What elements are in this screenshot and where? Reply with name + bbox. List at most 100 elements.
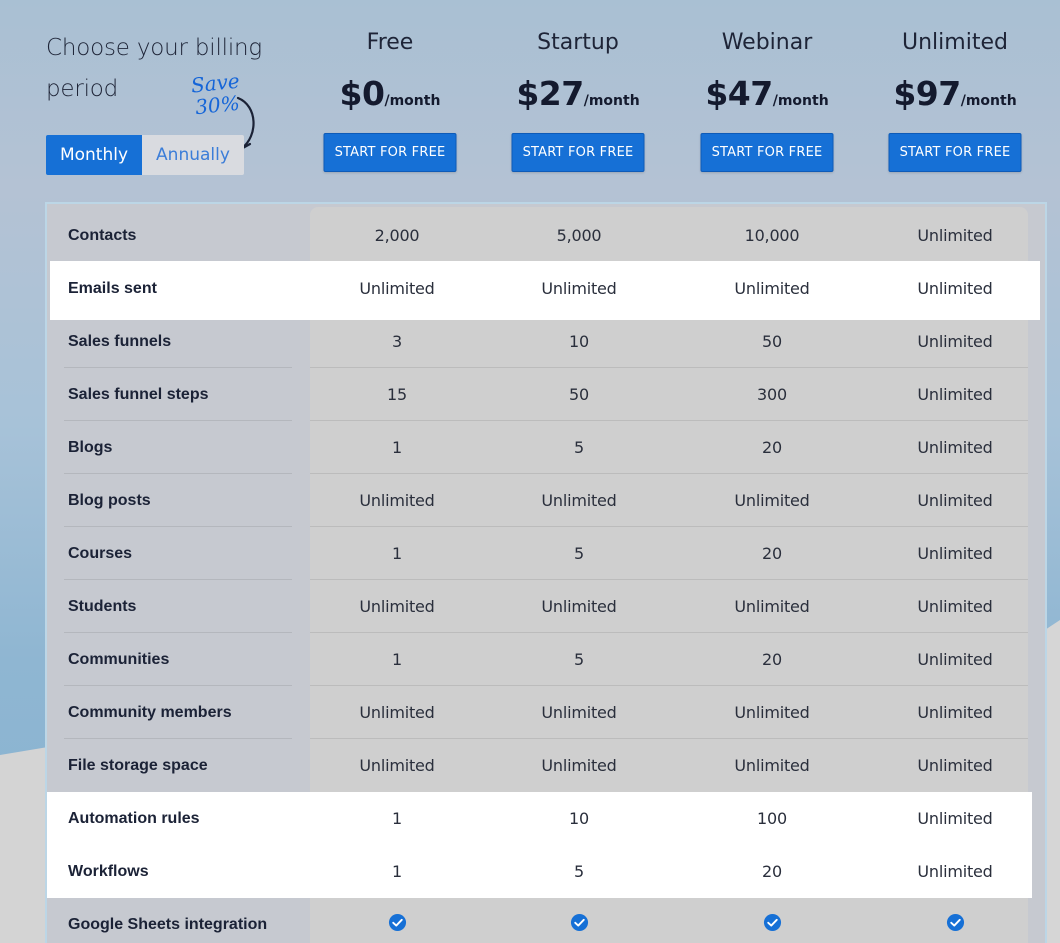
feature-value: Unlimited (734, 491, 810, 510)
feature-value: 1 (392, 438, 402, 457)
feature-value: Unlimited (541, 491, 617, 510)
included-check-icon (499, 913, 659, 936)
feature-value: Unlimited (917, 809, 993, 828)
feature-value: 10,000 (744, 226, 800, 245)
start-for-free-button-webinar[interactable]: START FOR FREE (700, 133, 834, 172)
price-period: /month (772, 93, 829, 109)
billing-period-toggle: Monthly Annually (46, 135, 244, 175)
feature-value: Unlimited (917, 862, 993, 881)
plan-name: Free (366, 30, 414, 55)
feature-value: Unlimited (734, 703, 810, 722)
feature-value: 5 (574, 862, 584, 881)
feature-name: Communities (68, 650, 170, 668)
feature-name: Google Sheets integration (68, 915, 268, 933)
included-check-icon (692, 913, 852, 936)
feature-value: Unlimited (541, 703, 617, 722)
feature-value: Unlimited (917, 650, 993, 669)
feature-value: 20 (762, 862, 782, 881)
feature-value: 5 (574, 438, 584, 457)
feature-value: Unlimited (359, 491, 435, 510)
feature-name: Contacts (68, 226, 137, 244)
start-for-free-button-startup[interactable]: START FOR FREE (511, 133, 645, 172)
table-row: Sales funnels 3 10 50 Unlimited (47, 315, 1047, 368)
start-for-free-button-free[interactable]: START FOR FREE (323, 133, 457, 172)
feature-value: 3 (392, 332, 402, 351)
feature-value: Unlimited (917, 279, 993, 298)
feature-value: Unlimited (541, 597, 617, 616)
feature-value: Unlimited (917, 756, 993, 775)
table-row: Students Unlimited Unlimited Unlimited Unlim… (47, 580, 1047, 633)
price-amount: $27 (516, 74, 584, 113)
feature-value: Unlimited (917, 491, 993, 510)
feature-value: 100 (757, 809, 787, 828)
feature-value: Unlimited (917, 544, 993, 563)
feature-value: Unlimited (359, 756, 435, 775)
price-amount: $47 (705, 74, 773, 113)
feature-value: 1 (392, 544, 402, 563)
table-row: Courses 1 5 20 Unlimited (47, 527, 1047, 580)
table-row: Blogs 1 5 20 Unlimited (47, 421, 1047, 474)
feature-value: Unlimited (541, 756, 617, 775)
price-period: /month (384, 93, 441, 109)
table-row: Communities 1 5 20 Unlimited (47, 633, 1047, 686)
feature-value: Unlimited (734, 279, 810, 298)
feature-value: 5,000 (556, 226, 602, 245)
feature-value: 5 (574, 650, 584, 669)
feature-value: 1 (392, 650, 402, 669)
feature-value: Unlimited (917, 226, 993, 245)
feature-value: Unlimited (359, 703, 435, 722)
feature-value: 50 (762, 332, 782, 351)
plan-name: Unlimited (902, 30, 1008, 55)
price-period: /month (583, 93, 640, 109)
included-check-icon (875, 913, 1035, 936)
feature-value: Unlimited (359, 279, 435, 298)
feature-value: 10 (569, 809, 589, 828)
feature-name: Emails sent (68, 279, 157, 297)
table-row: Contacts 2,000 5,000 10,000 Unlimited (47, 209, 1047, 262)
feature-value: 1 (392, 809, 402, 828)
table-row: Workflows 1 5 20 Unlimited (47, 845, 1047, 898)
plan-price: $27/month (498, 74, 658, 114)
table-row: File storage space Unlimited Unlimited Unli… (47, 739, 1047, 792)
feature-value: Unlimited (917, 332, 993, 351)
included-check-icon (317, 913, 477, 936)
plan-name: Webinar (721, 30, 813, 55)
plan-price: $97/month (875, 74, 1035, 114)
feature-value: Unlimited (917, 385, 993, 404)
monthly-toggle-button[interactable]: Monthly (46, 135, 142, 175)
feature-value: 20 (762, 438, 782, 457)
feature-value: 50 (569, 385, 589, 404)
feature-name: Sales funnels (68, 332, 172, 350)
feature-name: Sales funnel steps (68, 385, 209, 403)
feature-value: Unlimited (734, 597, 810, 616)
feature-name: Community members (68, 703, 232, 721)
start-for-free-button-unlimited[interactable]: START FOR FREE (888, 133, 1022, 172)
feature-value: Unlimited (541, 279, 617, 298)
feature-value: Unlimited (734, 756, 810, 775)
annually-toggle-button[interactable]: Annually (142, 135, 244, 175)
plan-price: $47/month (687, 74, 847, 114)
price-amount: $0 (339, 74, 385, 113)
plan-column-startup: Startup $27/month START FOR FREE (498, 28, 658, 172)
feature-comparison-table: Contacts 2,000 5,000 10,000 Unlimited Emails … (45, 202, 1047, 943)
feature-name: Workflows (68, 862, 149, 880)
feature-name: File storage space (68, 756, 208, 774)
price-period: /month (960, 93, 1017, 109)
feature-value: Unlimited (917, 703, 993, 722)
feature-value: Unlimited (359, 597, 435, 616)
feature-name: Blog posts (68, 491, 151, 509)
table-row: Automation rules 1 10 100 Unlimited (47, 792, 1047, 845)
table-row: Community members Unlimited Unlimited Unlim… (47, 686, 1047, 739)
feature-value: 15 (387, 385, 407, 404)
feature-value: Unlimited (917, 438, 993, 457)
feature-name: Blogs (68, 438, 113, 456)
feature-value: 300 (757, 385, 787, 404)
plan-price: $0/month (310, 74, 470, 114)
feature-value: 20 (762, 650, 782, 669)
feature-value: 5 (574, 544, 584, 563)
table-row: Google Sheets integration (47, 898, 1047, 943)
feature-value: 20 (762, 544, 782, 563)
table-row: Blog posts Unlimited Unlimited Unlimited Unl… (47, 474, 1047, 527)
plan-column-unlimited: Unlimited $97/month START FOR FREE (875, 28, 1035, 172)
feature-value: 2,000 (374, 226, 420, 245)
